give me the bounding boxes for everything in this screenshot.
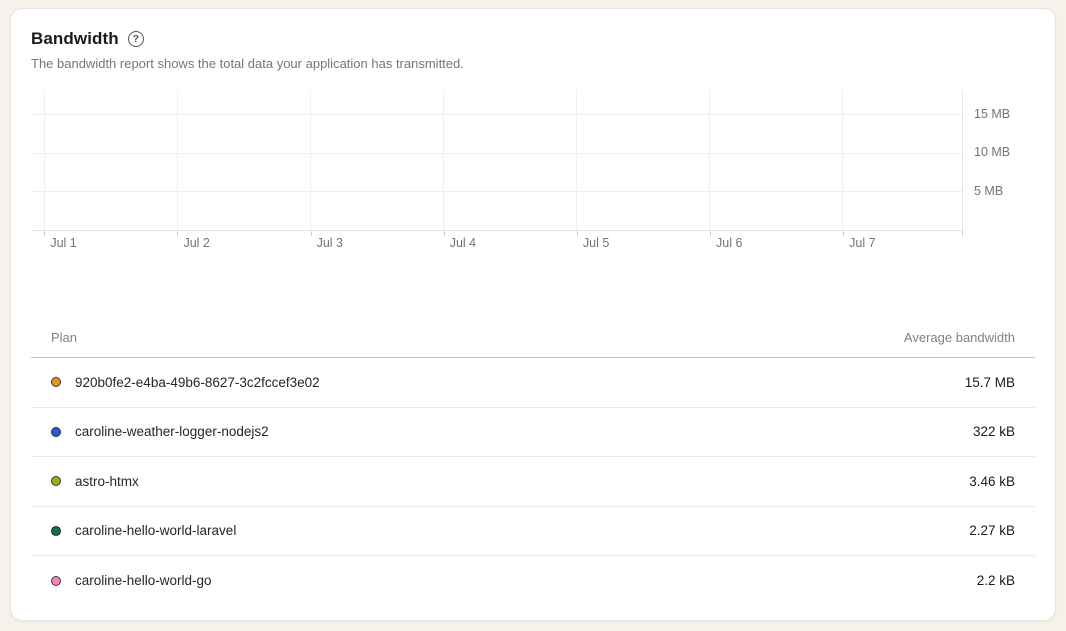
chart-y-axis-labels: 15 MB 10 MB 5 MB (963, 90, 1035, 230)
plan-legend-dot-icon (51, 377, 61, 387)
plan-legend-dot-icon (51, 576, 61, 586)
plans-table: Plan Average bandwidth 920b0fe2-e4ba-49b… (31, 318, 1035, 606)
column-header-plan: Plan (51, 330, 77, 345)
table-row: caroline-hello-world-laravel 2.27 kB (31, 507, 1035, 557)
plan-name: caroline-weather-logger-nodejs2 (75, 424, 269, 439)
plan-legend-dot-icon (51, 427, 61, 437)
average-bandwidth-value: 2.27 kB (969, 523, 1015, 538)
plan-legend-dot-icon (51, 526, 61, 536)
y-axis-tick-label: 5 MB (974, 184, 1003, 198)
card-header: Bandwidth ? (31, 29, 1035, 49)
bandwidth-chart: Jul 1 Jul 2 Jul 3 Jul 4 Jul 5 Jul 6 Jul 7 15 M… (31, 90, 1035, 254)
average-bandwidth-value: 15.7 MB (965, 375, 1015, 390)
x-axis-tick-label: Jul 3 (317, 236, 343, 250)
column-header-average-bandwidth: Average bandwidth (904, 330, 1015, 345)
x-axis-tick-label: Jul 7 (849, 236, 875, 250)
y-axis-tick-label: 10 MB (974, 145, 1010, 159)
average-bandwidth-value: 2.2 kB (977, 573, 1015, 588)
chart-plot-area (31, 90, 963, 230)
plan-name: caroline-hello-world-go (75, 573, 212, 588)
x-axis-tick-label: Jul 4 (450, 236, 476, 250)
bandwidth-card: Bandwidth ? The bandwidth report shows t… (10, 8, 1056, 621)
table-header-row: Plan Average bandwidth (31, 318, 1035, 358)
bars[interactable] (31, 90, 962, 230)
plan-name: astro-htmx (75, 474, 139, 489)
table-row: caroline-hello-world-go 2.2 kB (31, 556, 1035, 606)
plan-name: 920b0fe2-e4ba-49b6-8627-3c2fccef3e02 (75, 375, 320, 390)
average-bandwidth-value: 322 kB (973, 424, 1015, 439)
y-axis-tick-label: 15 MB (974, 107, 1010, 121)
plan-legend-dot-icon (51, 476, 61, 486)
card-subtitle: The bandwidth report shows the total dat… (31, 56, 1035, 71)
x-axis-tick-label: Jul 5 (583, 236, 609, 250)
x-axis-tick-label: Jul 6 (716, 236, 742, 250)
page-title: Bandwidth (31, 29, 119, 49)
x-axis-tick-label: Jul 1 (50, 236, 76, 250)
table-row: 920b0fe2-e4ba-49b6-8627-3c2fccef3e02 15.… (31, 358, 1035, 408)
x-axis-tick-label: Jul 2 (183, 236, 209, 250)
average-bandwidth-value: 3.46 kB (969, 474, 1015, 489)
table-row: astro-htmx 3.46 kB (31, 457, 1035, 507)
plan-name: caroline-hello-world-laravel (75, 523, 236, 538)
table-row: caroline-weather-logger-nodejs2 322 kB (31, 408, 1035, 458)
help-icon[interactable]: ? (128, 31, 144, 47)
chart-x-axis: Jul 1 Jul 2 Jul 3 Jul 4 Jul 5 Jul 6 Jul 7 (31, 230, 963, 254)
